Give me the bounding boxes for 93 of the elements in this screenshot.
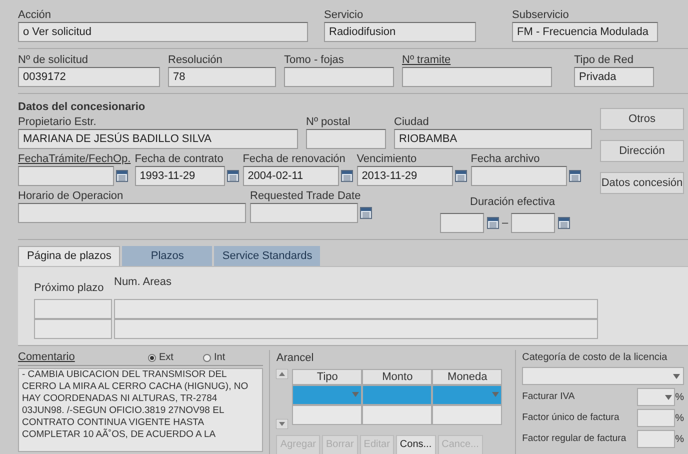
field-label: Num. Areas [114, 275, 172, 290]
text-field[interactable] [18, 203, 246, 223]
action-button[interactable]: Dirección [600, 140, 684, 162]
field-label: Horario de Operacion [18, 189, 124, 203]
calendar-icon[interactable] [558, 217, 570, 229]
text-field[interactable]: MARIANA DE JESÚS BADILLO SILVA [18, 129, 298, 149]
column-header: Tipo [292, 368, 362, 384]
field-label: Nº postal [306, 115, 352, 129]
field-label: Servicio [324, 8, 364, 22]
field-label: Subservicio [512, 8, 570, 22]
field-label: Acción [18, 8, 52, 22]
caret-icon [665, 394, 672, 400]
text-field[interactable]: 2004-02-11 [242, 166, 339, 186]
calendar-icon[interactable] [568, 170, 581, 182]
unit-label: % [675, 432, 684, 446]
field-label: Próximo plazo [34, 282, 104, 294]
field-label: Fecha de renovación [242, 152, 346, 166]
table-cell[interactable] [292, 404, 362, 424]
text-field[interactable] [250, 203, 358, 223]
caret-icon [492, 392, 500, 397]
dropdown-field[interactable] [637, 388, 676, 406]
table-cell[interactable] [362, 384, 432, 404]
range-separator: – [502, 216, 508, 231]
table-cell[interactable] [34, 299, 112, 319]
calendar-icon[interactable] [226, 170, 239, 182]
text-field[interactable] [637, 430, 676, 448]
table-cell[interactable] [432, 384, 502, 404]
caret-icon [352, 392, 360, 397]
calendar-icon[interactable] [454, 170, 467, 182]
text-field[interactable]: 78 [168, 67, 276, 87]
field-label: Arancel [276, 351, 315, 366]
table-cell[interactable] [34, 319, 112, 339]
field-link[interactable]: Comentario [18, 349, 148, 366]
text-field[interactable]: Radiodifusion [324, 22, 476, 42]
dropdown-field[interactable] [522, 367, 684, 385]
field-link[interactable]: Nº tramite [402, 53, 552, 67]
text-field[interactable] [306, 129, 386, 149]
text-field[interactable]: 0039172 [18, 67, 160, 87]
caret-icon [673, 374, 680, 378]
field-label: Factor único de factura [522, 410, 620, 425]
field-label: Ciudad [394, 115, 430, 129]
field-label: Fecha de contrato [134, 152, 224, 166]
text-field[interactable]: RIOBAMBA [394, 129, 592, 149]
comment-text[interactable]: - CAMBIA UBICACION DEL TRANSMISOR DEL CERRO LA MIRA AL CERRO CACHA (HIGNUG), NO HAY COORDENADAS NI ALTURAS, TR-2784 03JUN98. /-SEGUN OFICIO.3819 27NOV98 EL CONTRATO CONTINUA VIGENTE HASTA COMPLETAR 10 AÃ˚OS, DE ACUERDO A LA [18, 368, 264, 452]
text-field[interactable] [284, 67, 394, 87]
text-field[interactable] [440, 213, 484, 233]
field-label: Categoría de costo de la licencia [522, 351, 668, 365]
radio-option[interactable]: Ext [148, 350, 203, 365]
section-title: Datos del concesionario [18, 100, 146, 114]
action-button[interactable]: Datos concesión [600, 172, 684, 194]
field-label: Facturar IVA [522, 390, 576, 404]
text-field[interactable]: FM - Frecuencia Modulada [512, 22, 658, 42]
field-label: Nº de solicitud [18, 53, 90, 67]
tab[interactable]: Service Standards [214, 246, 320, 266]
unit-label: % [675, 390, 684, 404]
scroll-up-icon[interactable] [276, 368, 288, 378]
field-label: Duración efectiva [470, 196, 555, 208]
table-cell[interactable] [362, 404, 432, 424]
field-label: Requested Trade Date [250, 189, 362, 203]
unit-label: % [675, 412, 684, 426]
calendar-icon[interactable] [116, 170, 128, 182]
field-label: Tipo de Red [574, 53, 635, 67]
field-label: Propietario Estr. [18, 115, 98, 129]
table-cell[interactable] [114, 319, 598, 339]
text-field[interactable]: 1993-11-29 [134, 166, 225, 186]
field-link[interactable]: FechaTrámite/FechOp. [18, 152, 131, 166]
calendar-icon[interactable] [487, 217, 499, 229]
column-header: Monto [362, 368, 432, 384]
field-label: Factor regular de factura [522, 432, 628, 446]
calendar-icon[interactable] [360, 207, 372, 219]
column-header: Moneda [432, 368, 502, 384]
field-label: Vencimiento [356, 152, 418, 166]
action-button[interactable]: Cons... [396, 434, 436, 454]
text-field[interactable] [402, 67, 552, 87]
text-field[interactable] [18, 166, 114, 186]
field-label: Fecha archivo [470, 152, 541, 166]
text-field[interactable] [511, 213, 556, 233]
field-label: Tomo - fojas [284, 53, 345, 67]
field-label: Resolución [168, 53, 224, 67]
text-field[interactable]: o Ver solicitud [18, 22, 308, 42]
tab[interactable]: Página de plazos [18, 246, 120, 266]
table-cell[interactable] [114, 299, 598, 319]
tab[interactable]: Plazos [122, 246, 212, 266]
scroll-down-icon[interactable] [276, 418, 288, 428]
table-cell[interactable] [292, 384, 362, 404]
action-button[interactable]: Otros [600, 108, 684, 130]
text-field[interactable]: 2013-11-29 [356, 166, 453, 186]
text-field[interactable] [637, 409, 676, 427]
text-field[interactable] [470, 166, 567, 186]
calendar-icon[interactable] [340, 170, 353, 182]
table-cell[interactable] [432, 404, 502, 424]
text-field[interactable]: Privada [574, 67, 654, 87]
radio-option[interactable]: Int [203, 350, 258, 365]
